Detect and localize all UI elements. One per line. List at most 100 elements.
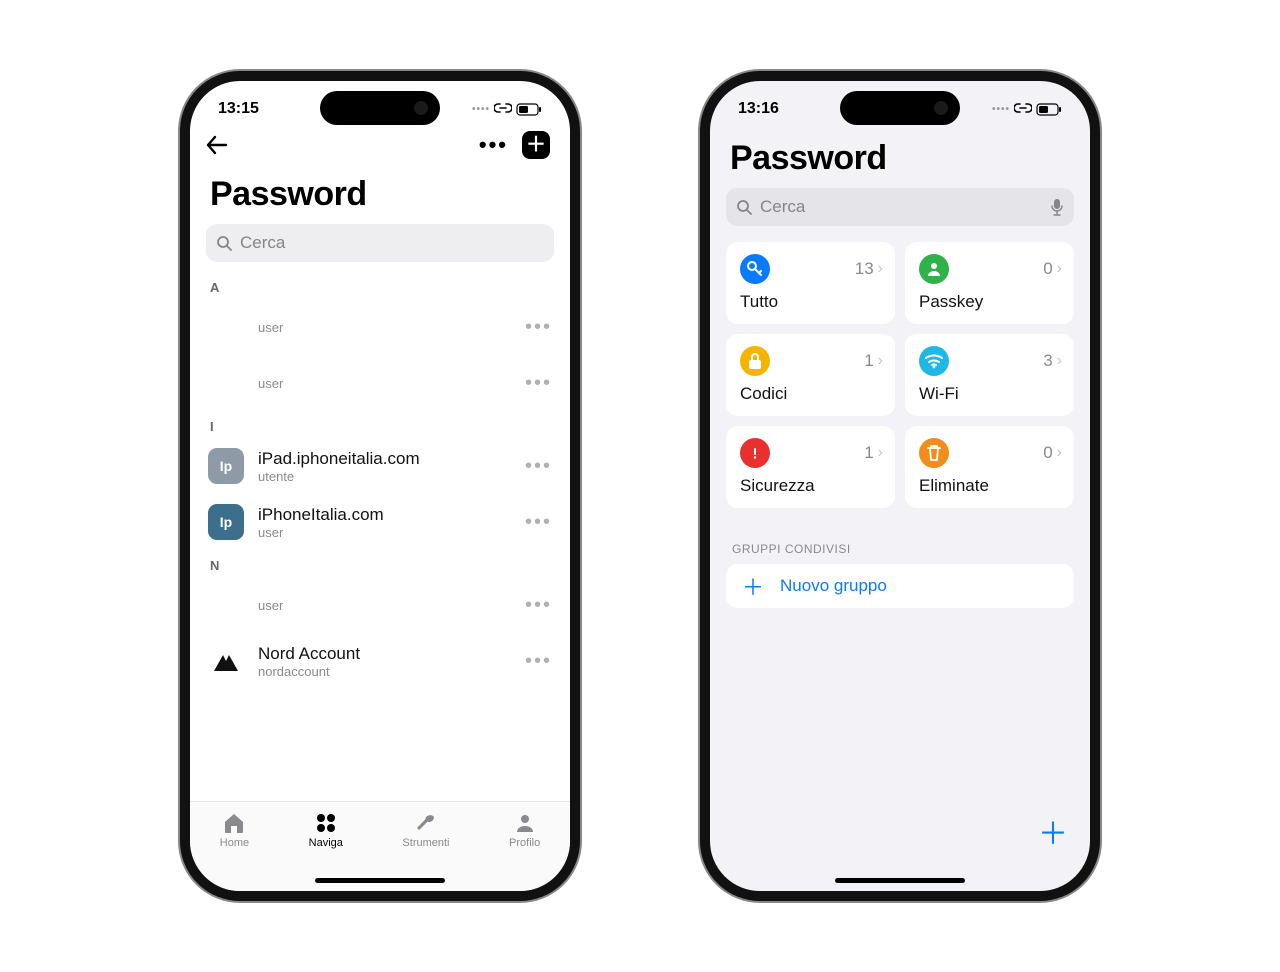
search-placeholder: Cerca	[240, 233, 285, 253]
site-icon	[208, 643, 244, 679]
row-more-icon[interactable]: •••	[525, 511, 552, 534]
password-row[interactable]: user •••	[190, 355, 570, 411]
card-label: Tutto	[740, 292, 883, 312]
card-eliminate[interactable]: 0 › Eliminate	[905, 426, 1074, 508]
row-subtitle: user	[258, 598, 511, 613]
tab-naviga[interactable]: Naviga	[309, 812, 343, 849]
card-label: Sicurezza	[740, 476, 883, 496]
row-more-icon[interactable]: •••	[525, 594, 552, 617]
section-header: A	[190, 272, 570, 299]
card-count: 0	[1043, 259, 1052, 279]
add-fab[interactable]: ＋	[1038, 809, 1068, 853]
password-list[interactable]: Auser•••user•••IIpiPad.iphoneitalia.comu…	[190, 272, 570, 891]
card-sicurezza[interactable]: 1 › Sicurezza	[726, 426, 895, 508]
row-title: iPad.iphoneitalia.com	[258, 449, 511, 469]
card-count: 1	[864, 443, 873, 463]
cellular-dots-icon: ••••	[992, 104, 1010, 115]
row-subtitle: user	[258, 320, 511, 335]
wifi-icon	[919, 346, 949, 376]
row-subtitle: user	[258, 525, 511, 540]
groups-header: GRUPPI CONDIVISI	[710, 514, 1090, 564]
row-subtitle: user	[258, 376, 511, 391]
screen-left: 13:15 •••• ••• ＋ Password	[190, 81, 570, 891]
chevron-right-icon: ›	[878, 260, 883, 278]
password-row[interactable]: Nord Accountnordaccount •••	[190, 633, 570, 689]
more-actions-button[interactable]: •••	[479, 132, 508, 158]
tab-home[interactable]: Home	[220, 812, 249, 849]
card-label: Eliminate	[919, 476, 1062, 496]
lock-icon	[740, 346, 770, 376]
naviga-icon	[315, 812, 337, 834]
row-title: iPhoneItalia.com	[258, 505, 511, 525]
row-subtitle: nordaccount	[258, 664, 511, 679]
password-row[interactable]: Ip iPhoneItalia.comuser •••	[190, 494, 570, 550]
site-icon	[208, 309, 244, 345]
search-icon	[736, 199, 752, 215]
page-title: Password	[190, 159, 570, 224]
strumenti-icon	[414, 812, 438, 834]
site-icon	[208, 587, 244, 623]
chevron-right-icon: ›	[1057, 260, 1062, 278]
password-row[interactable]: user •••	[190, 299, 570, 355]
tab-strumenti[interactable]: Strumenti	[402, 812, 449, 849]
card-count: 13	[855, 259, 874, 279]
site-icon: Ip	[208, 504, 244, 540]
card-label: Codici	[740, 384, 883, 404]
alert-icon	[740, 438, 770, 468]
home-indicator	[315, 878, 445, 883]
status-right: ••••	[472, 103, 542, 116]
phone-left: 13:15 •••• ••• ＋ Password	[180, 71, 580, 901]
card-codici[interactable]: 1 › Codici	[726, 334, 895, 416]
battery-icon	[516, 103, 542, 116]
status-right: ••••	[992, 103, 1062, 116]
card-count: 1	[864, 351, 873, 371]
card-wifi[interactable]: 3 › Wi-Fi	[905, 334, 1074, 416]
status-time: 13:16	[738, 100, 779, 118]
row-title: Nord Account	[258, 644, 511, 664]
card-passkey[interactable]: 0 › Passkey	[905, 242, 1074, 324]
battery-icon	[1036, 103, 1062, 116]
card-tutto[interactable]: 13› Tutto	[726, 242, 895, 324]
phone-right: 13:16 •••• Password Cerca 13›Tutto0›Pass…	[700, 71, 1100, 901]
profilo-icon	[514, 812, 536, 834]
site-icon	[208, 365, 244, 401]
cellular-dots-icon: ••••	[472, 104, 490, 115]
tab-label: Profilo	[509, 837, 540, 849]
card-label: Wi-Fi	[919, 384, 1062, 404]
home-icon	[222, 812, 246, 834]
notch	[320, 91, 440, 125]
row-more-icon[interactable]: •••	[525, 455, 552, 478]
category-grid: 13›Tutto0›Passkey1›Codici3›Wi-Fi1›Sicure…	[710, 236, 1090, 514]
chevron-right-icon: ›	[1057, 352, 1062, 370]
screen-right: 13:16 •••• Password Cerca 13›Tutto0›Pass…	[710, 81, 1090, 891]
password-row[interactable]: IpiPad.iphoneitalia.comutente•••	[190, 438, 570, 494]
card-count: 0	[1043, 443, 1052, 463]
page-title: Password	[710, 123, 1090, 188]
notch	[840, 91, 960, 125]
card-count: 3	[1043, 351, 1052, 371]
back-button[interactable]	[206, 135, 228, 155]
tab-label: Home	[220, 837, 249, 849]
tab-profilo[interactable]: Profilo	[509, 812, 540, 849]
search-input[interactable]: Cerca	[206, 224, 554, 262]
card-label: Passkey	[919, 292, 1062, 312]
chevron-right-icon: ›	[1057, 444, 1062, 462]
row-more-icon[interactable]: •••	[525, 316, 552, 339]
key-icon	[740, 254, 770, 284]
new-group-button[interactable]: ＋ Nuovo gruppo	[726, 564, 1074, 608]
person-icon	[919, 254, 949, 284]
home-indicator	[835, 878, 965, 883]
add-button[interactable]: ＋	[522, 131, 550, 159]
chevron-right-icon: ›	[878, 444, 883, 462]
search-icon	[216, 235, 232, 251]
row-more-icon[interactable]: •••	[525, 650, 552, 673]
tab-label: Naviga	[309, 837, 343, 849]
search-input[interactable]: Cerca	[726, 188, 1074, 226]
password-row[interactable]: user •••	[190, 577, 570, 633]
site-icon: Ip	[208, 448, 244, 484]
mic-icon[interactable]	[1050, 198, 1064, 216]
row-more-icon[interactable]: •••	[525, 372, 552, 395]
chevron-right-icon: ›	[878, 352, 883, 370]
link-icon	[1014, 103, 1032, 115]
nav-row: ••• ＋	[190, 123, 570, 159]
